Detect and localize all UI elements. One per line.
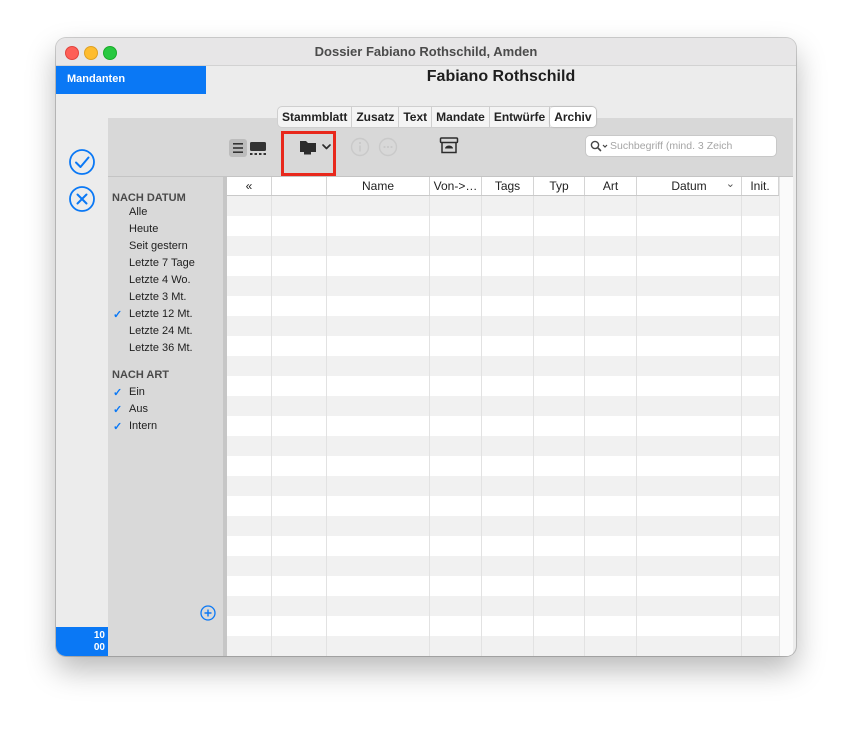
highlight-box <box>281 131 336 176</box>
column-divider <box>636 195 637 656</box>
tab-mandate[interactable]: Mandate <box>432 107 490 127</box>
table-scrollbar[interactable] <box>779 177 793 656</box>
table-row[interactable] <box>227 256 793 276</box>
filter-item-letzte-36-mt[interactable]: Letzte 36 Mt. <box>129 342 193 354</box>
tab-archiv[interactable]: Archiv <box>550 107 596 127</box>
column-divider <box>533 195 534 656</box>
table-row[interactable] <box>227 596 793 616</box>
confirm-check-icon[interactable] <box>68 148 96 176</box>
window-title: Dossier Fabiano Rothschild, Amden <box>314 44 538 59</box>
tab-stammblatt[interactable]: Stammblatt <box>278 107 353 127</box>
table-row[interactable] <box>227 296 793 316</box>
filter-item-letzte-4-wo[interactable]: Letzte 4 Wo. <box>129 274 191 286</box>
counter-line-2: 00 <box>93 642 105 653</box>
tab-entwuerfe[interactable]: Entwürfe <box>490 107 551 127</box>
column-divider <box>584 195 585 656</box>
column-divider <box>429 195 430 656</box>
add-filter-plus-icon[interactable] <box>200 605 216 621</box>
archive-box-icon[interactable] <box>439 136 459 156</box>
view-toggle[interactable] <box>229 138 269 158</box>
table-row[interactable] <box>227 416 793 436</box>
filter-item-seit-gestern[interactable]: Seit gestern <box>129 240 188 252</box>
table-row[interactable] <box>227 536 793 556</box>
filter-item-letzte-24-mt[interactable]: Letzte 24 Mt. <box>129 325 193 337</box>
table-row[interactable] <box>227 616 793 636</box>
more-icon[interactable] <box>378 137 398 157</box>
column-header-collapse[interactable]: « <box>227 177 272 195</box>
table-row[interactable] <box>227 236 793 256</box>
check-icon: ✓ <box>113 404 123 416</box>
column-header-datum[interactable]: Datum ⌄ <box>637 177 742 195</box>
filter-sidebar: NACH DATUM Alle Heute Seit gestern Letzt… <box>108 177 223 656</box>
archive-table: « Name Von->… Tags Typ Art Datum ⌄ Init. <box>227 177 793 656</box>
tab-zusatz[interactable]: Zusatz <box>352 107 400 127</box>
table-row[interactable] <box>227 276 793 296</box>
filter-item-letzte-12-mt[interactable]: Letzte 12 Mt. <box>129 308 193 320</box>
tab-text[interactable]: Text <box>399 107 433 127</box>
sort-chevron-icon: ⌄ <box>725 178 735 190</box>
counter-line-1: 10 <box>93 630 105 641</box>
table-row[interactable] <box>227 196 793 216</box>
table-row[interactable] <box>227 476 793 496</box>
check-icon: ✓ <box>113 309 123 321</box>
filter-item-letzte-3-mt[interactable]: Letzte 3 Mt. <box>129 291 186 303</box>
column-header-von[interactable]: Von->… <box>430 177 482 195</box>
table-row[interactable] <box>227 316 793 336</box>
datum-label: Datum <box>671 179 707 193</box>
filter-item-letzte-7-tage[interactable]: Letzte 7 Tage <box>129 257 195 269</box>
table-header: « Name Von->… Tags Typ Art Datum ⌄ Init. <box>227 177 793 196</box>
column-divider <box>326 195 327 656</box>
filter-item-aus[interactable]: Aus <box>129 403 148 415</box>
info-icon[interactable] <box>350 137 370 157</box>
mandanten-nav-button[interactable]: Mandanten <box>56 66 206 94</box>
table-row[interactable] <box>227 396 793 416</box>
filter-item-intern[interactable]: Intern <box>129 420 157 432</box>
column-divider <box>271 195 272 656</box>
type-filter-heading: NACH ART <box>112 369 170 381</box>
filter-item-heute[interactable]: Heute <box>129 223 158 235</box>
column-header-name[interactable]: Name <box>327 177 430 195</box>
title-bar: Dossier Fabiano Rothschild, Amden <box>56 38 796 66</box>
table-row[interactable] <box>227 516 793 536</box>
table-row[interactable] <box>227 356 793 376</box>
column-header-init[interactable]: Init. <box>742 177 779 195</box>
table-row[interactable] <box>227 456 793 476</box>
filter-item-ein[interactable]: Ein <box>129 386 145 398</box>
table-row[interactable] <box>227 636 793 656</box>
table-row[interactable] <box>227 576 793 596</box>
column-divider <box>481 195 482 656</box>
record-counter: 10 00 <box>56 627 108 656</box>
table-row[interactable] <box>227 556 793 576</box>
column-divider <box>741 195 742 656</box>
search-field[interactable]: Suchbegriff (mind. 3 Zeich <box>585 135 777 157</box>
table-row[interactable] <box>227 336 793 356</box>
search-icon[interactable] <box>590 140 609 152</box>
date-filter-heading: NACH DATUM <box>112 192 186 204</box>
check-icon: ✓ <box>113 387 123 399</box>
app-window: Dossier Fabiano Rothschild, Amden Mandan… <box>56 38 796 656</box>
table-row[interactable] <box>227 216 793 236</box>
column-header-art[interactable]: Art <box>585 177 637 195</box>
table-row[interactable] <box>227 376 793 396</box>
left-action-column <box>56 94 108 656</box>
column-header-tags[interactable]: Tags <box>482 177 534 195</box>
cancel-x-icon[interactable] <box>68 185 96 213</box>
table-row[interactable] <box>227 436 793 456</box>
column-header-typ[interactable]: Typ <box>534 177 585 195</box>
search-placeholder: Suchbegriff (mind. 3 Zeich <box>610 140 733 152</box>
check-icon: ✓ <box>113 421 123 433</box>
table-row[interactable] <box>227 496 793 516</box>
filter-item-alle[interactable]: Alle <box>129 206 147 218</box>
client-name-title: Fabiano Rothschild <box>426 68 576 85</box>
column-header-blank[interactable] <box>272 177 327 195</box>
tab-bar: Stammblatt Zusatz Text Mandate Entwürfe … <box>277 106 597 128</box>
